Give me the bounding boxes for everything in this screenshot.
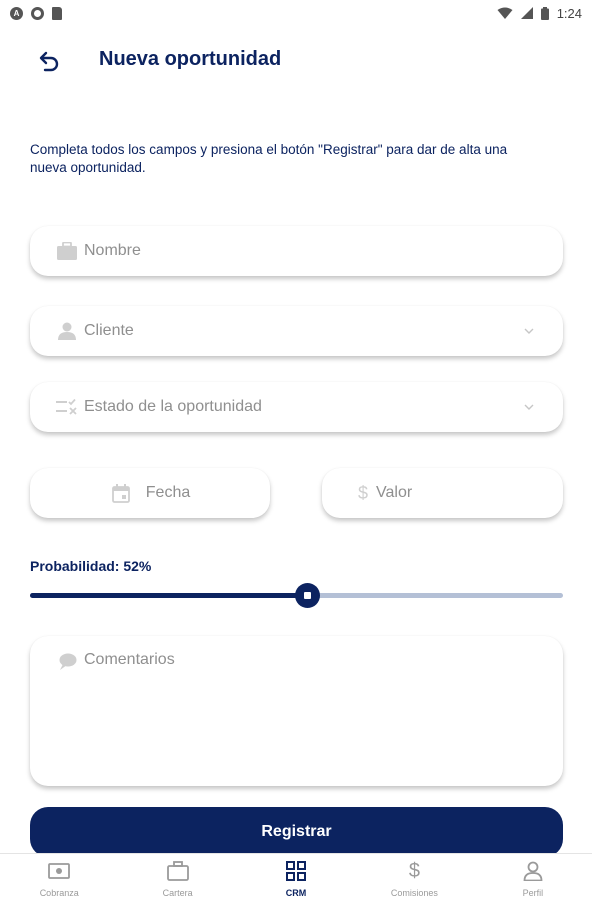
cliente-placeholder: Cliente [84, 322, 134, 339]
chevron-down-icon [524, 328, 534, 334]
briefcase-icon [56, 240, 78, 262]
fecha-placeholder: Fecha [145, 484, 191, 501]
sim-card-icon [52, 6, 62, 20]
cash-icon [48, 860, 71, 882]
app-header: Nueva oportunidad [0, 36, 592, 84]
sync-notification-icon [31, 6, 44, 20]
page-title: Nueva oportunidad [99, 48, 282, 70]
undo-arrow-icon [39, 51, 59, 72]
nombre-placeholder: Nombre [84, 242, 141, 259]
slider-thumb[interactable] [295, 583, 320, 608]
person-icon [523, 860, 543, 882]
battery-icon [540, 6, 549, 20]
cell-signal-icon [520, 7, 533, 19]
valor-field[interactable]: $ Valor [322, 468, 563, 518]
nav-label: Comisiones [390, 888, 438, 898]
wifi-icon [497, 7, 513, 19]
cliente-select[interactable]: Cliente [30, 306, 563, 356]
bottom-nav: Cobranza Cartera CRM $ Comisiones Perfil [0, 853, 592, 900]
nav-label: Cartera [162, 888, 193, 898]
nav-item-cobranza[interactable]: Cobranza [0, 854, 118, 900]
comentarios-field[interactable]: Comentarios [30, 636, 563, 786]
nav-label: CRM [285, 888, 307, 898]
nav-item-perfil[interactable]: Perfil [474, 854, 592, 900]
intro-text: Completa todos los campos y presiona el … [30, 142, 508, 175]
comentarios-placeholder: Comentarios [84, 651, 175, 668]
fecha-field[interactable]: Fecha [30, 468, 270, 518]
status-icons-left: A [10, 6, 62, 20]
estado-select[interactable]: Estado de la oportunidad [30, 382, 563, 432]
nav-item-crm[interactable]: CRM [237, 854, 355, 900]
slider-track-fill [30, 593, 307, 598]
status-icons-right: 1:24 [497, 6, 582, 21]
calendar-icon [110, 482, 132, 504]
probabilidad-label: Probabilidad: 52% [30, 558, 152, 574]
status-bar: A 1:24 [0, 0, 592, 26]
dollar-icon: $ [357, 482, 368, 503]
chevron-down-icon [524, 404, 534, 410]
registrar-button[interactable]: Registrar [30, 807, 563, 857]
briefcase-icon [166, 860, 189, 882]
probabilidad-slider[interactable] [30, 583, 563, 608]
person-icon [56, 320, 78, 342]
chat-bubble-icon [56, 651, 78, 673]
checklist-icon [56, 396, 78, 418]
nav-label: Cobranza [39, 888, 79, 898]
nav-item-cartera[interactable]: Cartera [118, 854, 236, 900]
dollar-icon: $ [408, 859, 420, 882]
estado-placeholder: Estado de la oportunidad [84, 398, 262, 415]
back-button[interactable] [34, 46, 64, 76]
nav-label: Perfil [522, 888, 544, 898]
grid-icon [286, 860, 307, 882]
clock: 1:24 [556, 5, 582, 21]
valor-placeholder: Valor [376, 484, 413, 501]
nav-item-comisiones[interactable]: $ Comisiones [355, 854, 473, 900]
app-notification-icon: A [10, 6, 23, 20]
nombre-field[interactable]: Nombre [30, 226, 563, 276]
